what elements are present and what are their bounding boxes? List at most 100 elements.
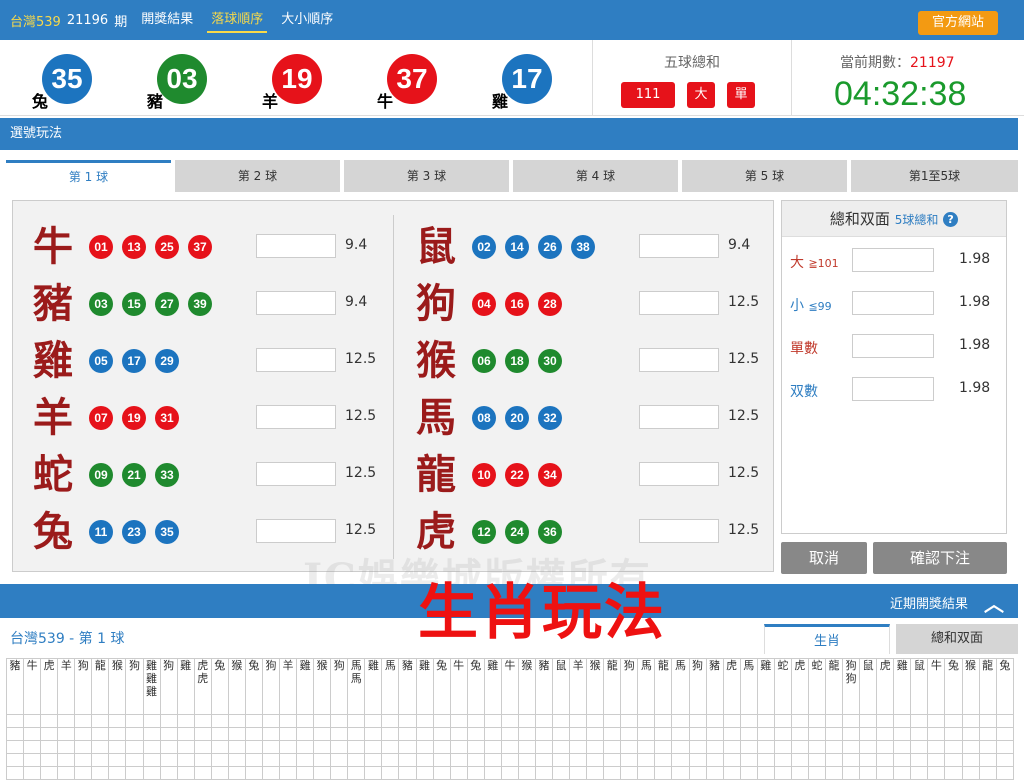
bet-amount-input[interactable] <box>639 291 719 315</box>
history-cell <box>296 727 315 741</box>
number-ball: 35 <box>155 520 179 544</box>
history-cell <box>244 766 263 780</box>
history-cell <box>330 727 349 741</box>
history-cell <box>5 714 25 728</box>
sum-value-badge: 111 <box>621 82 675 108</box>
history-cell <box>927 766 946 780</box>
tab-ball-2[interactable]: 第 2 球 <box>175 160 340 192</box>
chevron-up-icon[interactable]: ︿ <box>984 588 1004 617</box>
tab-drop-order[interactable]: 落球順序 <box>207 7 268 33</box>
number-ball: 13 <box>122 235 146 259</box>
sum-bet-input[interactable] <box>852 248 934 272</box>
number-ball: 37 <box>188 235 212 259</box>
history-cell <box>927 753 946 767</box>
tab-draw-results[interactable]: 開獎結果 <box>137 7 197 33</box>
tab-size-order[interactable]: 大小順序 <box>277 7 337 33</box>
bet-amount-input[interactable] <box>639 462 719 486</box>
history-cell <box>637 714 656 728</box>
history-cell <box>5 766 25 780</box>
number-ball: 32 <box>538 406 562 430</box>
bet-amount-input[interactable] <box>639 234 719 258</box>
history-cell: 猴 <box>227 658 246 715</box>
history-cell <box>5 753 25 767</box>
history-cell <box>569 766 588 780</box>
history-cell: 狗 <box>159 658 178 715</box>
history-cell: 兔 <box>995 658 1015 715</box>
history-cell <box>961 740 980 754</box>
bet-amount-input[interactable] <box>256 348 336 372</box>
history-cell <box>620 753 639 767</box>
history-cell <box>142 714 161 728</box>
zodiac-row: 牛 01 13 25 37 9.4 <box>13 227 373 267</box>
cancel-button[interactable]: 取消 <box>781 542 867 574</box>
history-cell <box>313 753 332 767</box>
history-cell <box>74 753 93 767</box>
history-cell <box>313 740 332 754</box>
zodiac-row: 馬 08 20 32 12.5 <box>396 398 759 438</box>
history-cell <box>688 727 707 741</box>
history-cell <box>142 727 161 741</box>
tab-zodiac-history[interactable]: 生肖 <box>764 624 890 654</box>
draw-ball-zodiac: 兔 <box>32 92 49 111</box>
history-cell <box>347 727 366 741</box>
official-site-button[interactable]: 官方網站 <box>918 11 998 35</box>
history-cell <box>705 740 724 754</box>
history-cell <box>159 740 178 754</box>
sum-bet-input[interactable] <box>852 334 934 358</box>
history-cell <box>125 714 144 728</box>
history-cell <box>790 714 809 728</box>
recent-results-label: 近期開獎結果 <box>889 597 968 612</box>
tab-sum-history[interactable]: 總和双面 <box>896 624 1018 654</box>
bet-amount-input[interactable] <box>256 405 336 429</box>
history-cell <box>347 766 366 780</box>
history-cell <box>415 727 434 741</box>
bet-amount-input[interactable] <box>639 519 719 543</box>
history-cell <box>466 740 485 754</box>
history-cell <box>603 753 622 767</box>
history-cell <box>176 753 195 767</box>
help-icon[interactable]: ? <box>943 212 959 227</box>
tab-ball-5[interactable]: 第 5 球 <box>682 160 847 192</box>
history-cell: 羊 <box>278 658 298 715</box>
history-cell <box>142 740 161 754</box>
bet-amount-input[interactable] <box>639 405 719 429</box>
history-cell <box>654 714 673 728</box>
history-cell <box>893 740 912 754</box>
history-cell <box>159 727 178 741</box>
sum-bet-input[interactable] <box>852 291 934 315</box>
number-ball: 12 <box>472 520 496 544</box>
history-cell <box>261 753 281 767</box>
tab-ball-6[interactable]: 第1至5球 <box>851 160 1018 192</box>
history-cell <box>23 714 42 728</box>
tab-ball-3[interactable]: 第 3 球 <box>344 160 509 192</box>
zodiac-panel: 牛 01 13 25 37 9.4 豬 03 15 27 39 9.4 雞 05 17 29 12.5 羊 07 19… <box>12 200 774 602</box>
history-cell <box>569 753 588 767</box>
bet-amount-input[interactable] <box>639 348 719 372</box>
tab-ball-4[interactable]: 第 4 球 <box>513 160 678 192</box>
number-ball: 16 <box>505 292 529 316</box>
history-cell <box>654 740 673 754</box>
bet-amount-input[interactable] <box>256 234 336 258</box>
history-cell <box>381 766 400 780</box>
sum-bet-input[interactable] <box>852 377 934 401</box>
history-cell <box>364 740 383 754</box>
history-cell <box>893 766 912 780</box>
number-ball: 03 <box>89 292 113 316</box>
history-cell: 馬 <box>739 658 758 715</box>
history-cell <box>910 727 929 741</box>
bet-amount-input[interactable] <box>256 462 336 486</box>
odds-value: 12.5 <box>728 465 760 481</box>
history-cell <box>432 766 451 780</box>
bet-amount-input[interactable] <box>256 291 336 315</box>
tab-ball-1[interactable]: 第 1 球 <box>6 160 171 192</box>
zodiac-row: 龍 10 22 34 12.5 <box>396 455 760 495</box>
zodiac-name: 猴 <box>416 337 456 384</box>
history-cell: 雞 <box>483 658 502 715</box>
history-cell <box>876 740 895 754</box>
history-cell <box>842 753 861 767</box>
number-ball: 08 <box>472 406 496 430</box>
history-cell <box>91 727 110 741</box>
bet-amount-input[interactable] <box>256 519 336 543</box>
confirm-bet-button[interactable]: 確認下注 <box>873 542 1007 574</box>
draw-ball-zodiac: 豬 <box>147 92 164 111</box>
